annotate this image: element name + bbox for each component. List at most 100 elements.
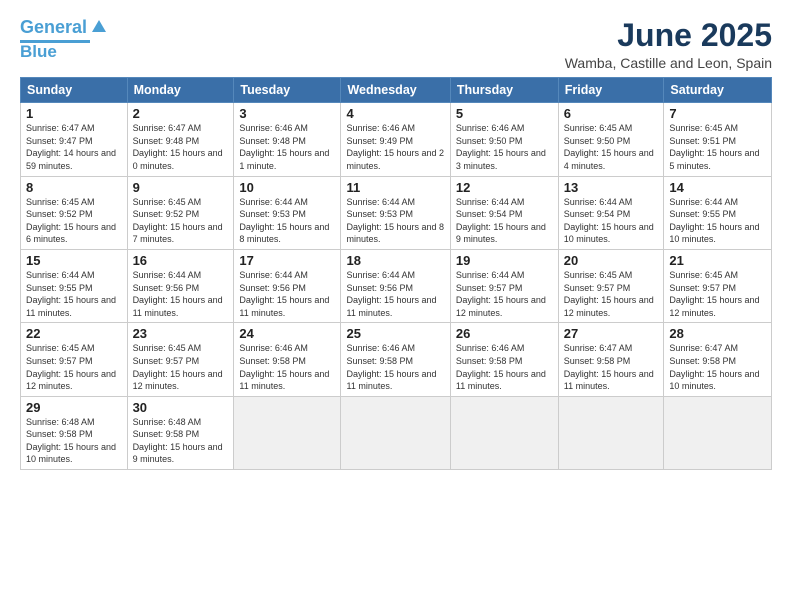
day-number: 24 bbox=[239, 326, 335, 341]
calendar-cell: 3Sunrise: 6:46 AM Sunset: 9:48 PM Daylig… bbox=[234, 103, 341, 176]
day-number: 21 bbox=[669, 253, 766, 268]
calendar-cell bbox=[664, 396, 772, 469]
day-number: 23 bbox=[133, 326, 229, 341]
day-number: 25 bbox=[346, 326, 444, 341]
day-number: 4 bbox=[346, 106, 444, 121]
day-number: 3 bbox=[239, 106, 335, 121]
calendar-cell: 27Sunrise: 6:47 AM Sunset: 9:58 PM Dayli… bbox=[558, 323, 664, 396]
day-number: 17 bbox=[239, 253, 335, 268]
day-info: Sunrise: 6:44 AM Sunset: 9:56 PM Dayligh… bbox=[346, 269, 444, 319]
day-number: 10 bbox=[239, 180, 335, 195]
day-number: 30 bbox=[133, 400, 229, 415]
day-info: Sunrise: 6:45 AM Sunset: 9:51 PM Dayligh… bbox=[669, 122, 766, 172]
subtitle: Wamba, Castille and Leon, Spain bbox=[565, 55, 772, 71]
day-info: Sunrise: 6:45 AM Sunset: 9:52 PM Dayligh… bbox=[26, 196, 122, 246]
calendar-cell: 12Sunrise: 6:44 AM Sunset: 9:54 PM Dayli… bbox=[450, 176, 558, 249]
calendar-cell: 20Sunrise: 6:45 AM Sunset: 9:57 PM Dayli… bbox=[558, 249, 664, 322]
day-info: Sunrise: 6:46 AM Sunset: 9:58 PM Dayligh… bbox=[346, 342, 444, 392]
day-info: Sunrise: 6:45 AM Sunset: 9:57 PM Dayligh… bbox=[133, 342, 229, 392]
day-number: 8 bbox=[26, 180, 122, 195]
day-info: Sunrise: 6:47 AM Sunset: 9:58 PM Dayligh… bbox=[564, 342, 659, 392]
logo-triangle-icon bbox=[92, 20, 106, 32]
day-info: Sunrise: 6:44 AM Sunset: 9:55 PM Dayligh… bbox=[26, 269, 122, 319]
calendar-cell: 16Sunrise: 6:44 AM Sunset: 9:56 PM Dayli… bbox=[127, 249, 234, 322]
day-info: Sunrise: 6:44 AM Sunset: 9:56 PM Dayligh… bbox=[239, 269, 335, 319]
day-info: Sunrise: 6:48 AM Sunset: 9:58 PM Dayligh… bbox=[133, 416, 229, 466]
calendar-cell: 6Sunrise: 6:45 AM Sunset: 9:50 PM Daylig… bbox=[558, 103, 664, 176]
calendar-cell: 8Sunrise: 6:45 AM Sunset: 9:52 PM Daylig… bbox=[21, 176, 128, 249]
calendar-cell: 22Sunrise: 6:45 AM Sunset: 9:57 PM Dayli… bbox=[21, 323, 128, 396]
calendar-header-friday: Friday bbox=[558, 78, 664, 103]
calendar-cell: 23Sunrise: 6:45 AM Sunset: 9:57 PM Dayli… bbox=[127, 323, 234, 396]
calendar-cell: 21Sunrise: 6:45 AM Sunset: 9:57 PM Dayli… bbox=[664, 249, 772, 322]
calendar-cell: 9Sunrise: 6:45 AM Sunset: 9:52 PM Daylig… bbox=[127, 176, 234, 249]
day-number: 2 bbox=[133, 106, 229, 121]
header: General Blue June 2025 Wamba, Castille a… bbox=[20, 18, 772, 71]
day-info: Sunrise: 6:47 AM Sunset: 9:58 PM Dayligh… bbox=[669, 342, 766, 392]
calendar-cell: 19Sunrise: 6:44 AM Sunset: 9:57 PM Dayli… bbox=[450, 249, 558, 322]
day-info: Sunrise: 6:46 AM Sunset: 9:49 PM Dayligh… bbox=[346, 122, 444, 172]
calendar-header-wednesday: Wednesday bbox=[341, 78, 450, 103]
calendar-cell: 14Sunrise: 6:44 AM Sunset: 9:55 PM Dayli… bbox=[664, 176, 772, 249]
day-number: 28 bbox=[669, 326, 766, 341]
calendar-cell: 15Sunrise: 6:44 AM Sunset: 9:55 PM Dayli… bbox=[21, 249, 128, 322]
calendar-week-4: 22Sunrise: 6:45 AM Sunset: 9:57 PM Dayli… bbox=[21, 323, 772, 396]
day-number: 29 bbox=[26, 400, 122, 415]
day-number: 27 bbox=[564, 326, 659, 341]
calendar-cell: 25Sunrise: 6:46 AM Sunset: 9:58 PM Dayli… bbox=[341, 323, 450, 396]
day-info: Sunrise: 6:45 AM Sunset: 9:50 PM Dayligh… bbox=[564, 122, 659, 172]
day-info: Sunrise: 6:47 AM Sunset: 9:47 PM Dayligh… bbox=[26, 122, 122, 172]
calendar-cell: 2Sunrise: 6:47 AM Sunset: 9:48 PM Daylig… bbox=[127, 103, 234, 176]
calendar-header-monday: Monday bbox=[127, 78, 234, 103]
day-info: Sunrise: 6:44 AM Sunset: 9:56 PM Dayligh… bbox=[133, 269, 229, 319]
logo-text: General bbox=[20, 18, 87, 38]
title-block: June 2025 Wamba, Castille and Leon, Spai… bbox=[565, 18, 772, 71]
day-info: Sunrise: 6:45 AM Sunset: 9:57 PM Dayligh… bbox=[669, 269, 766, 319]
page: General Blue June 2025 Wamba, Castille a… bbox=[0, 0, 792, 612]
day-info: Sunrise: 6:46 AM Sunset: 9:50 PM Dayligh… bbox=[456, 122, 553, 172]
day-info: Sunrise: 6:44 AM Sunset: 9:53 PM Dayligh… bbox=[346, 196, 444, 246]
day-info: Sunrise: 6:46 AM Sunset: 9:58 PM Dayligh… bbox=[239, 342, 335, 392]
main-title: June 2025 bbox=[565, 18, 772, 53]
day-info: Sunrise: 6:44 AM Sunset: 9:54 PM Dayligh… bbox=[456, 196, 553, 246]
day-info: Sunrise: 6:44 AM Sunset: 9:53 PM Dayligh… bbox=[239, 196, 335, 246]
calendar-cell bbox=[450, 396, 558, 469]
calendar-cell: 29Sunrise: 6:48 AM Sunset: 9:58 PM Dayli… bbox=[21, 396, 128, 469]
day-info: Sunrise: 6:45 AM Sunset: 9:52 PM Dayligh… bbox=[133, 196, 229, 246]
calendar-header-row: SundayMondayTuesdayWednesdayThursdayFrid… bbox=[21, 78, 772, 103]
calendar-header-sunday: Sunday bbox=[21, 78, 128, 103]
day-number: 18 bbox=[346, 253, 444, 268]
logo-blue: Blue bbox=[20, 43, 57, 62]
calendar-week-1: 1Sunrise: 6:47 AM Sunset: 9:47 PM Daylig… bbox=[21, 103, 772, 176]
logo-general: General bbox=[20, 17, 87, 37]
day-info: Sunrise: 6:47 AM Sunset: 9:48 PM Dayligh… bbox=[133, 122, 229, 172]
calendar-cell: 4Sunrise: 6:46 AM Sunset: 9:49 PM Daylig… bbox=[341, 103, 450, 176]
day-number: 15 bbox=[26, 253, 122, 268]
calendar-week-3: 15Sunrise: 6:44 AM Sunset: 9:55 PM Dayli… bbox=[21, 249, 772, 322]
day-number: 9 bbox=[133, 180, 229, 195]
calendar-cell: 5Sunrise: 6:46 AM Sunset: 9:50 PM Daylig… bbox=[450, 103, 558, 176]
calendar-cell: 11Sunrise: 6:44 AM Sunset: 9:53 PM Dayli… bbox=[341, 176, 450, 249]
day-number: 22 bbox=[26, 326, 122, 341]
day-number: 5 bbox=[456, 106, 553, 121]
day-number: 13 bbox=[564, 180, 659, 195]
calendar-cell: 10Sunrise: 6:44 AM Sunset: 9:53 PM Dayli… bbox=[234, 176, 341, 249]
calendar-header-thursday: Thursday bbox=[450, 78, 558, 103]
calendar-cell bbox=[558, 396, 664, 469]
day-number: 12 bbox=[456, 180, 553, 195]
calendar-cell: 26Sunrise: 6:46 AM Sunset: 9:58 PM Dayli… bbox=[450, 323, 558, 396]
day-info: Sunrise: 6:44 AM Sunset: 9:54 PM Dayligh… bbox=[564, 196, 659, 246]
day-info: Sunrise: 6:48 AM Sunset: 9:58 PM Dayligh… bbox=[26, 416, 122, 466]
calendar-header-tuesday: Tuesday bbox=[234, 78, 341, 103]
calendar-cell: 28Sunrise: 6:47 AM Sunset: 9:58 PM Dayli… bbox=[664, 323, 772, 396]
day-number: 19 bbox=[456, 253, 553, 268]
calendar-week-5: 29Sunrise: 6:48 AM Sunset: 9:58 PM Dayli… bbox=[21, 396, 772, 469]
calendar-cell bbox=[234, 396, 341, 469]
day-number: 1 bbox=[26, 106, 122, 121]
calendar-cell: 24Sunrise: 6:46 AM Sunset: 9:58 PM Dayli… bbox=[234, 323, 341, 396]
calendar: SundayMondayTuesdayWednesdayThursdayFrid… bbox=[20, 77, 772, 470]
day-info: Sunrise: 6:45 AM Sunset: 9:57 PM Dayligh… bbox=[26, 342, 122, 392]
calendar-cell: 13Sunrise: 6:44 AM Sunset: 9:54 PM Dayli… bbox=[558, 176, 664, 249]
calendar-cell: 17Sunrise: 6:44 AM Sunset: 9:56 PM Dayli… bbox=[234, 249, 341, 322]
day-info: Sunrise: 6:44 AM Sunset: 9:55 PM Dayligh… bbox=[669, 196, 766, 246]
